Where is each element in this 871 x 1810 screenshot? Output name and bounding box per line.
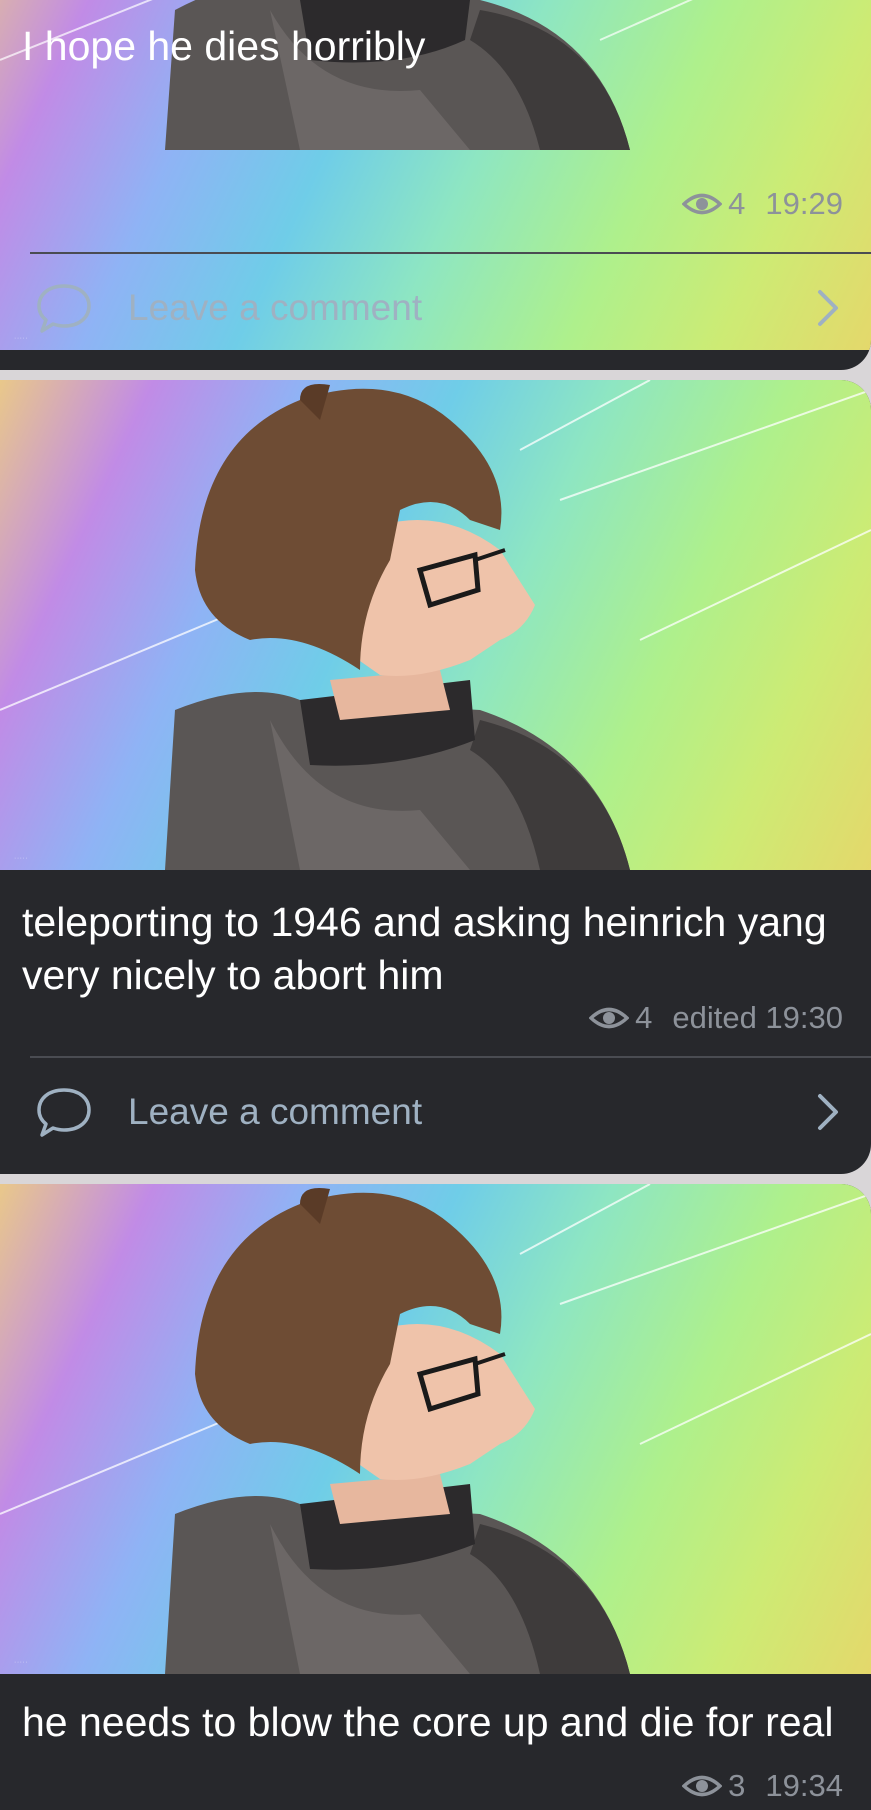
channel-feed: ····· I hope he dies horribly 4 19:29 Le… bbox=[0, 0, 871, 1810]
post-time: edited 19:30 bbox=[672, 1000, 843, 1035]
post-time: 19:29 bbox=[765, 186, 843, 221]
speech-bubble-icon bbox=[37, 284, 91, 333]
divider bbox=[30, 1056, 871, 1058]
post-caption: teleporting to 1946 and asking heinrich … bbox=[22, 899, 827, 998]
view-count: 4 bbox=[728, 186, 746, 221]
eye-icon bbox=[589, 1007, 630, 1029]
eye-icon bbox=[682, 193, 723, 215]
post-caption: I hope he dies horribly bbox=[22, 23, 426, 69]
post-caption: he needs to blow the core up and die for… bbox=[22, 1699, 834, 1745]
post-meta: 4 edited 19:30 bbox=[589, 1000, 843, 1036]
leave-comment-button[interactable]: Leave a comment bbox=[0, 1062, 871, 1162]
channel-post: ····· he needs to blow the core up and d… bbox=[0, 1184, 871, 1810]
anime-character-illustration bbox=[0, 1184, 871, 1674]
divider bbox=[30, 252, 871, 254]
post-image[interactable]: ····· bbox=[0, 380, 871, 870]
chevron-right-icon bbox=[818, 1094, 838, 1130]
channel-post: ····· I hope he dies horribly 4 19:29 Le… bbox=[0, 0, 871, 370]
channel-post: ····· teleporting to 1946 and asking hei… bbox=[0, 380, 871, 1174]
leave-comment-button[interactable]: Leave a comment bbox=[0, 258, 871, 358]
image-watermark: ····· bbox=[14, 1659, 29, 1666]
view-count: 4 bbox=[635, 1000, 653, 1035]
post-time: 19:34 bbox=[765, 1768, 843, 1803]
view-count: 3 bbox=[728, 1768, 746, 1803]
eye-icon bbox=[682, 1775, 723, 1797]
post-meta: 4 19:29 bbox=[682, 186, 843, 222]
chevron-right-icon bbox=[818, 290, 838, 326]
anime-character-illustration bbox=[0, 380, 871, 870]
post-image[interactable]: ····· bbox=[0, 1184, 871, 1674]
leave-comment-label: Leave a comment bbox=[128, 1091, 423, 1132]
leave-comment-label: Leave a comment bbox=[128, 287, 423, 328]
image-watermark: ····· bbox=[14, 855, 29, 862]
post-meta: 3 19:34 bbox=[682, 1768, 843, 1804]
speech-bubble-icon bbox=[37, 1088, 91, 1137]
